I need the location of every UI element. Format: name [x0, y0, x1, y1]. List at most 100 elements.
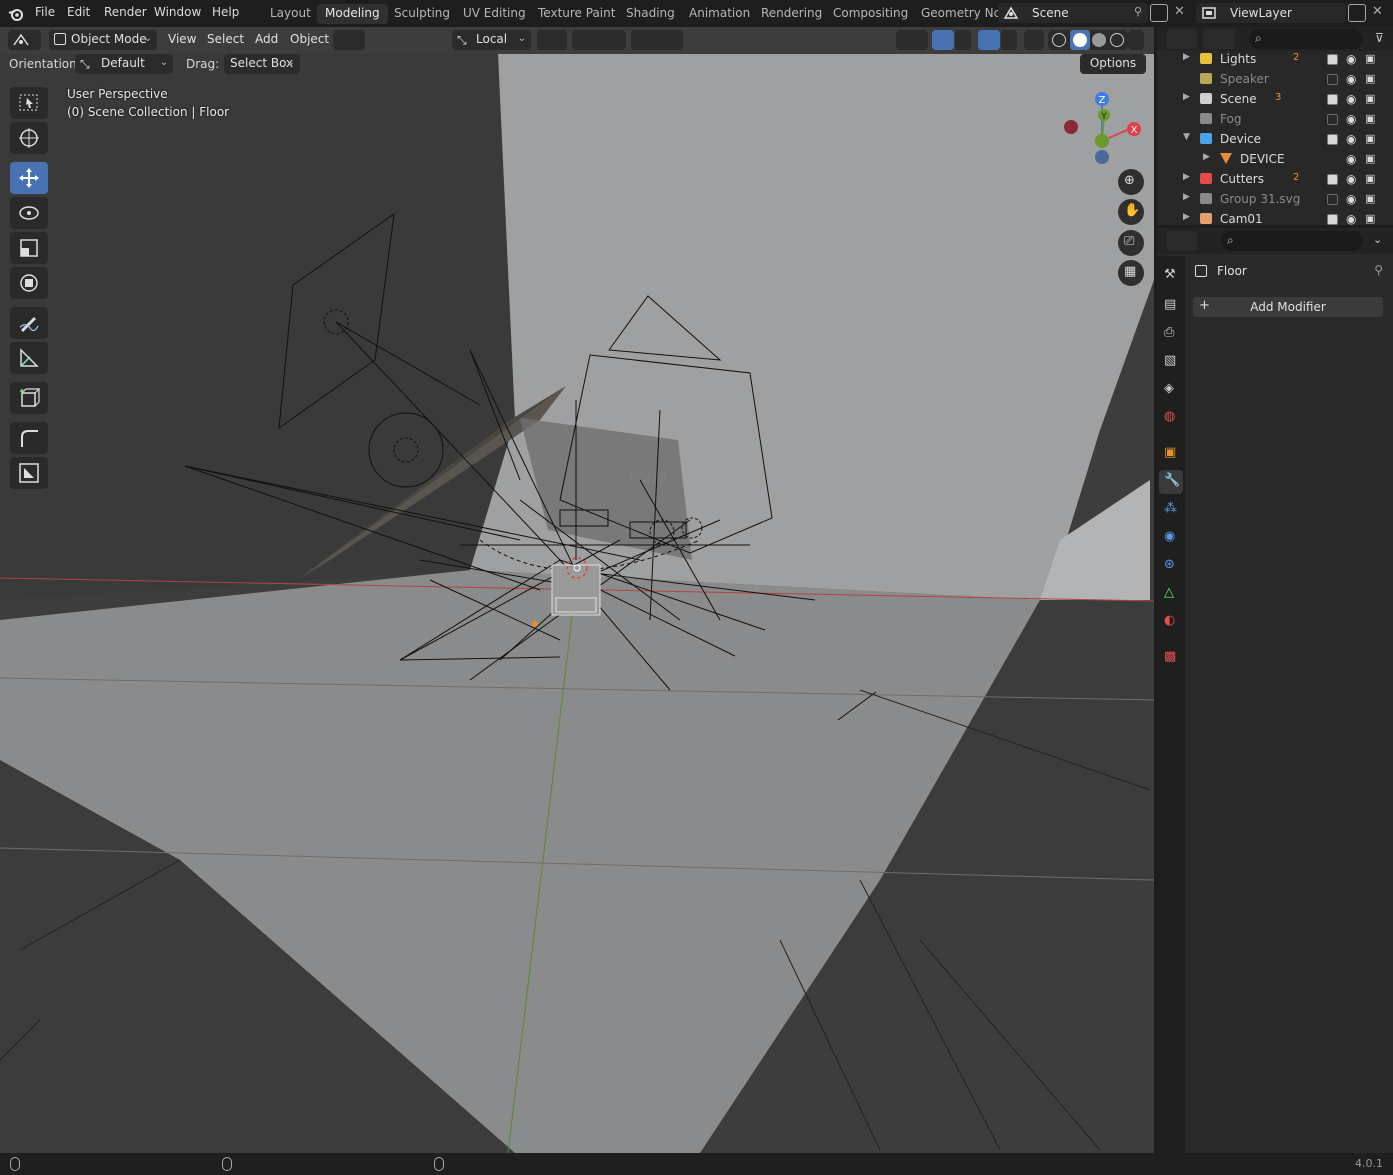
- outliner-editor-type[interactable]: [1167, 29, 1197, 49]
- properties-tab-world[interactable]: ◍: [1159, 406, 1183, 430]
- exclude-checkbox[interactable]: [1327, 134, 1338, 145]
- render-camera-icon[interactable]: ▣: [1365, 92, 1375, 105]
- tool-transform[interactable]: [10, 267, 48, 299]
- tool-cursor[interactable]: [10, 122, 48, 154]
- tab-rendering[interactable]: Rendering: [753, 4, 830, 24]
- menu-help[interactable]: Help: [212, 5, 239, 19]
- visibility-eye-icon[interactable]: ◉: [1346, 52, 1356, 66]
- rendered-shading-icon[interactable]: [1110, 33, 1124, 47]
- render-camera-icon[interactable]: ▣: [1365, 52, 1375, 65]
- render-camera-icon[interactable]: ▣: [1365, 112, 1375, 125]
- outliner-row[interactable]: Speaker ◉ ▣: [1157, 69, 1393, 89]
- properties-tab-view-layer[interactable]: ▧: [1159, 350, 1183, 374]
- pin-icon[interactable]: ⚲: [1134, 5, 1142, 18]
- visibility-eye-icon[interactable]: ◉: [1346, 152, 1356, 166]
- view-menu[interactable]: View: [168, 32, 196, 46]
- add-modifier-button[interactable]: + Add Modifier: [1193, 297, 1383, 317]
- visibility-eye-icon[interactable]: ◉: [1346, 132, 1356, 146]
- ortho-toggle-button[interactable]: ▦: [1118, 260, 1144, 286]
- exclude-checkbox[interactable]: [1327, 114, 1338, 125]
- tool-select-box[interactable]: [10, 87, 48, 119]
- tab-texture-paint[interactable]: Texture Paint: [530, 4, 623, 24]
- expand-arrow-icon[interactable]: ▶: [1183, 52, 1190, 62]
- exclude-checkbox[interactable]: [1327, 54, 1338, 65]
- tool-rotate[interactable]: [10, 197, 48, 229]
- drag-dropdown[interactable]: Select Box ⌄: [224, 54, 300, 74]
- exclude-checkbox[interactable]: [1327, 74, 1338, 85]
- outliner-row[interactable]: ▼ Device ◉ ▣: [1157, 129, 1393, 149]
- gpencil-button[interactable]: [333, 30, 365, 50]
- expand-arrow-icon[interactable]: ▶: [1183, 172, 1190, 182]
- tab-sculpting[interactable]: Sculpting: [386, 4, 458, 24]
- transform-orientation-dropdown[interactable]: ⤡ Local ⌄: [452, 30, 531, 50]
- render-camera-icon[interactable]: ▣: [1365, 132, 1375, 145]
- orientation-dropdown[interactable]: ⤡ Default ⌄: [75, 54, 173, 74]
- tab-animation[interactable]: Animation: [681, 4, 758, 24]
- menu-edit[interactable]: Edit: [67, 5, 90, 19]
- tab-uv-editing[interactable]: UV Editing: [455, 4, 534, 24]
- overlay-toggle-button[interactable]: [978, 30, 1000, 50]
- properties-tab-material[interactable]: ◐: [1159, 610, 1183, 634]
- collapse-arrow-icon[interactable]: ▼: [1183, 132, 1190, 142]
- chevron-down-icon[interactable]: ⌄: [1373, 233, 1382, 246]
- tab-layout[interactable]: Layout: [262, 4, 319, 24]
- pivot-point-button[interactable]: [537, 30, 567, 50]
- outliner-row[interactable]: ▶ Cutters 2 ◉ ▣: [1157, 169, 1393, 189]
- display-mode-dropdown[interactable]: [1203, 29, 1235, 49]
- outliner-row[interactable]: ▶ DEVICE ◉ ▣: [1157, 149, 1393, 169]
- properties-editor-type[interactable]: [1167, 231, 1197, 251]
- tool-annotate[interactable]: [10, 307, 48, 339]
- properties-search-input[interactable]: ⌕: [1221, 231, 1363, 251]
- visibility-eye-icon[interactable]: ◉: [1346, 112, 1356, 126]
- exclude-checkbox[interactable]: [1327, 214, 1338, 225]
- tab-shading[interactable]: Shading: [618, 4, 683, 24]
- expand-arrow-icon[interactable]: ▶: [1183, 192, 1190, 202]
- properties-tab-constraints[interactable]: ⊛: [1159, 554, 1183, 578]
- visibility-eye-icon[interactable]: ◉: [1346, 172, 1356, 186]
- render-camera-icon[interactable]: ▣: [1365, 172, 1375, 185]
- outliner-row[interactable]: ▶ Lights 2 ◉ ▣: [1157, 49, 1393, 69]
- pin-icon[interactable]: ⚲: [1374, 263, 1383, 277]
- render-camera-icon[interactable]: ▣: [1365, 72, 1375, 85]
- mode-dropdown[interactable]: Object Mode ⌄: [49, 30, 157, 50]
- overlay-dropdown[interactable]: [1001, 30, 1017, 50]
- tool-measure[interactable]: [10, 342, 48, 374]
- tab-geometry-nodes[interactable]: Geometry Nc: [913, 4, 1008, 24]
- 3d-viewport[interactable]: Object Mode ⌄ View Select Add Object ⤡ L…: [0, 27, 1154, 1153]
- proportional-edit-button[interactable]: [631, 30, 683, 50]
- tool-bevel[interactable]: [10, 422, 48, 454]
- render-camera-icon[interactable]: ▣: [1365, 152, 1375, 165]
- navigation-gizmo[interactable]: Z X Y: [1056, 87, 1148, 167]
- outliner-row[interactable]: ▶ Scene 3 ◉ ▣: [1157, 89, 1393, 109]
- filter-icon[interactable]: ⊽: [1375, 31, 1384, 45]
- menu-window[interactable]: Window: [154, 5, 201, 19]
- properties-tab-physics[interactable]: ◉: [1159, 526, 1183, 550]
- material-shading-icon[interactable]: [1092, 33, 1106, 47]
- shading-mode-group[interactable]: [1048, 30, 1128, 50]
- outliner-row[interactable]: ▶ Cam01 ◉ ▣: [1157, 209, 1393, 225]
- tool-scale[interactable]: [10, 232, 48, 264]
- visibility-eye-icon[interactable]: ◉: [1346, 92, 1356, 106]
- properties-tab-render[interactable]: ▤: [1159, 294, 1183, 318]
- visibility-button[interactable]: [896, 30, 928, 50]
- properties-tab-scene[interactable]: ◈: [1159, 378, 1183, 402]
- properties-tab-modifiers[interactable]: 🔧: [1159, 470, 1183, 494]
- render-camera-icon[interactable]: ▣: [1365, 192, 1375, 205]
- tab-modeling[interactable]: Modeling: [317, 4, 388, 24]
- expand-arrow-icon[interactable]: ▶: [1183, 212, 1190, 222]
- shading-dropdown[interactable]: [1128, 30, 1144, 50]
- editor-type-button[interactable]: [8, 30, 41, 50]
- properties-tab-object[interactable]: ▣: [1159, 442, 1183, 466]
- properties-tab-tool[interactable]: ⚒: [1159, 264, 1183, 288]
- exclude-checkbox[interactable]: [1327, 94, 1338, 105]
- exclude-checkbox[interactable]: [1327, 194, 1338, 205]
- add-menu[interactable]: Add: [255, 32, 278, 46]
- new-scene-icon[interactable]: [1150, 4, 1168, 22]
- properties-tab-texture[interactable]: ▩: [1159, 646, 1183, 670]
- close-icon[interactable]: ✕: [1174, 4, 1185, 19]
- gizmo-toggle-button[interactable]: [932, 30, 954, 50]
- visibility-eye-icon[interactable]: ◉: [1346, 72, 1356, 86]
- properties-tab-output[interactable]: ⎙: [1159, 322, 1183, 346]
- expand-arrow-icon[interactable]: ▶: [1183, 92, 1190, 102]
- tool-add-cube[interactable]: [10, 382, 48, 414]
